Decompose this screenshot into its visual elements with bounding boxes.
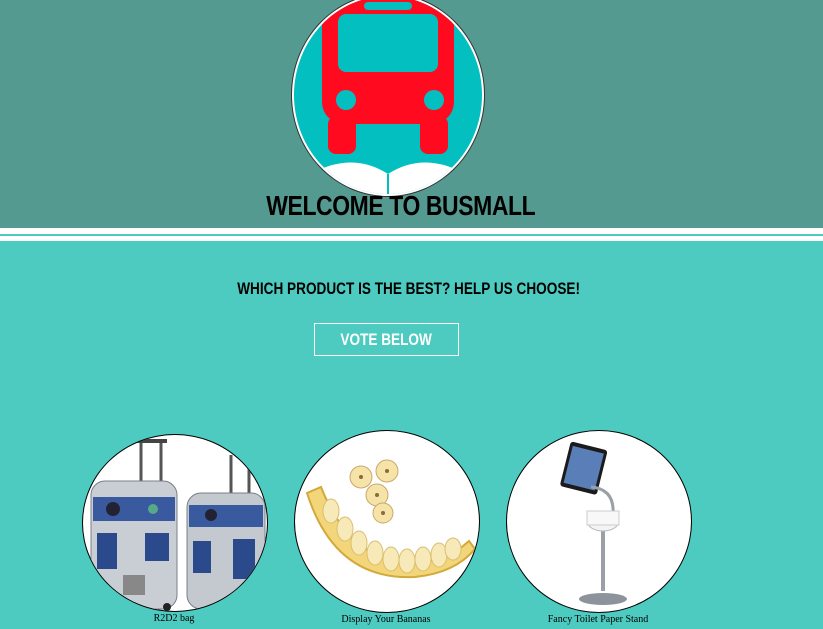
product-caption: Display Your Bananas: [341, 614, 431, 625]
vote-below-button[interactable]: Vote Below: [314, 323, 459, 356]
product-image-fancy-toilet-paper-stand[interactable]: [506, 430, 692, 613]
product-card-r2d2-bag[interactable]: R2D2 bag: [82, 434, 268, 624]
product-image-r2d2-bag[interactable]: [82, 434, 268, 612]
product-caption: R2D2 bag: [153, 613, 195, 624]
site-title: Welcome to BusMall: [266, 190, 536, 221]
divider-lower: [0, 236, 823, 241]
product-caption: Fancy Toilet Paper Stand: [547, 614, 649, 625]
vote-below-label: Vote Below: [340, 329, 433, 349]
banana-slicer-image: [305, 459, 477, 579]
product-image-display-your-bananas[interactable]: [294, 430, 480, 613]
logo: [292, 0, 484, 196]
product-card-fancy-toilet-paper-stand[interactable]: Fancy Toilet Paper Stand: [506, 430, 692, 625]
r2d2-luggage-image: [90, 439, 266, 611]
vote-question: Which product is the best? Help us choos…: [237, 279, 580, 298]
product-card-display-your-bananas[interactable]: Display Your Bananas: [294, 430, 480, 625]
toilet-paper-stand-image: [560, 441, 627, 605]
bus-icon: [314, 0, 462, 194]
